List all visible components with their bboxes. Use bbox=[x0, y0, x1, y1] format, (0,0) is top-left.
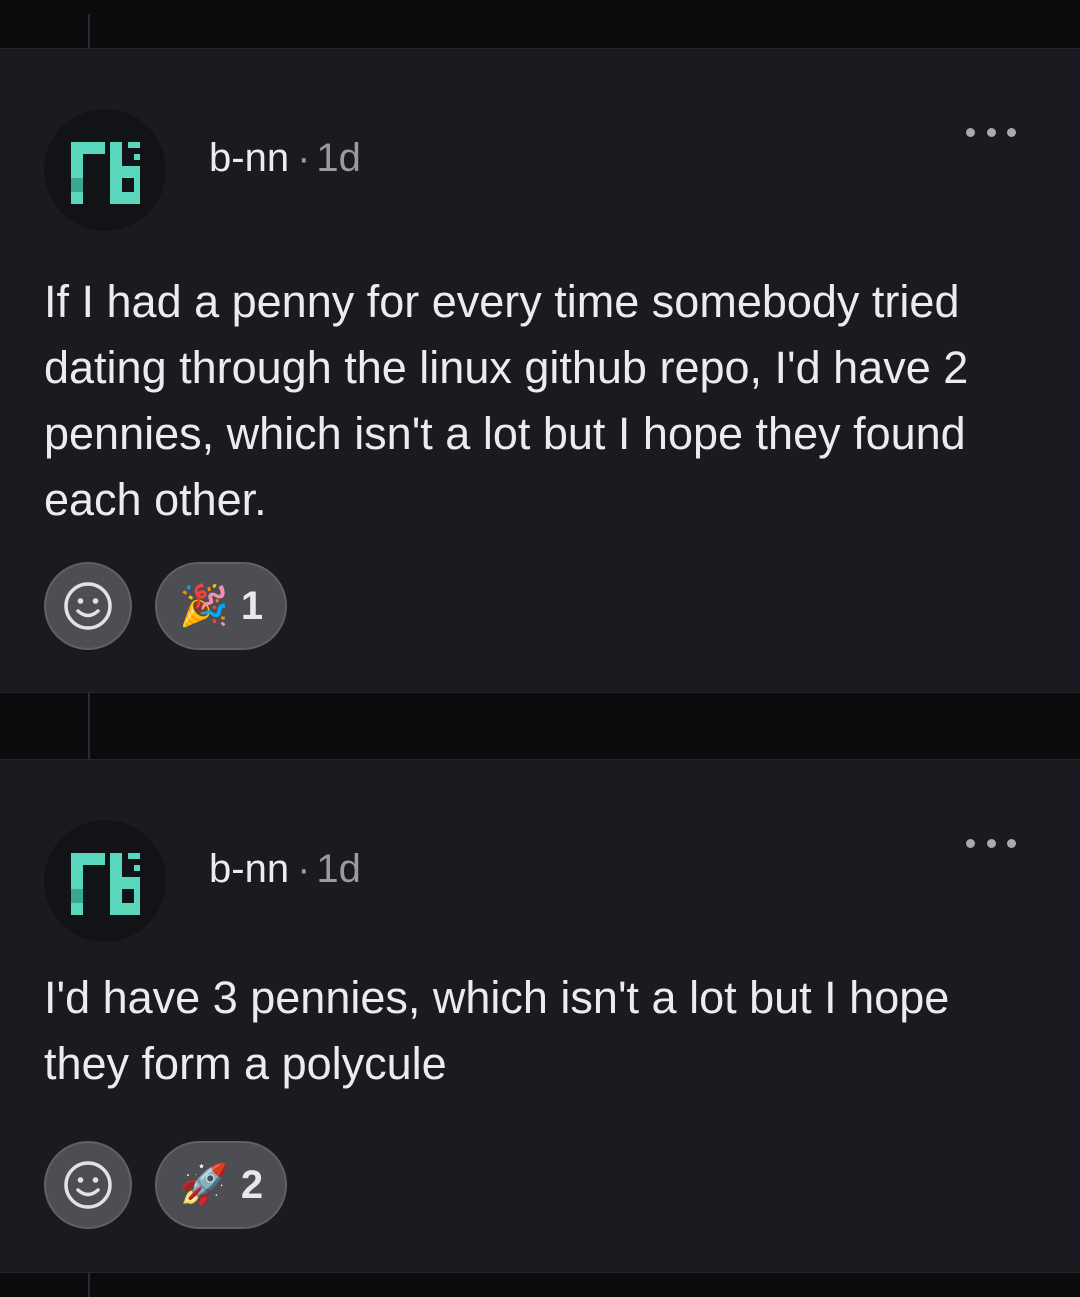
reaction-party-popper[interactable]: 🎉 1 bbox=[155, 562, 288, 650]
smiley-icon bbox=[64, 1161, 112, 1209]
avatar[interactable] bbox=[44, 109, 166, 231]
comment-text: If I had a penny for every time somebody… bbox=[44, 276, 969, 525]
b-nn-logo-icon bbox=[71, 142, 140, 204]
comment-text: I'd have 3 pennies, which isn't a lot bu… bbox=[44, 972, 950, 1089]
author-name[interactable]: b-nn bbox=[209, 847, 289, 891]
comment-age: 1d bbox=[316, 847, 361, 891]
more-options-icon[interactable] bbox=[966, 125, 1016, 139]
avatar[interactable] bbox=[44, 820, 166, 942]
more-options-icon[interactable] bbox=[966, 836, 1016, 850]
meta-separator: · bbox=[297, 847, 311, 891]
thread-line bbox=[88, 14, 90, 48]
author-name[interactable]: b-nn bbox=[209, 136, 289, 180]
reaction-count: 1 bbox=[240, 584, 264, 628]
reaction-row: 🎉 1 bbox=[44, 562, 288, 650]
reaction-count: 2 bbox=[240, 1163, 264, 1207]
meta-separator: · bbox=[297, 136, 311, 180]
comment-meta: b-nn · 1d bbox=[209, 844, 361, 894]
thread-line bbox=[88, 693, 90, 759]
reaction-rocket[interactable]: 🚀 2 bbox=[155, 1141, 288, 1229]
party-popper-icon: 🎉 bbox=[179, 583, 229, 629]
smiley-icon bbox=[64, 582, 112, 630]
thread-line bbox=[88, 1273, 90, 1297]
add-reaction-button[interactable] bbox=[44, 562, 132, 650]
comment-card: b-nn · 1d If I had a penny for every time … bbox=[0, 48, 1080, 693]
b-nn-logo-icon bbox=[71, 853, 140, 915]
comment-meta: b-nn · 1d bbox=[209, 133, 361, 183]
reaction-row: 🚀 2 bbox=[44, 1141, 288, 1229]
add-reaction-button[interactable] bbox=[44, 1141, 132, 1229]
comment-thread: b-nn · 1d If I had a penny for every time … bbox=[0, 0, 1080, 1297]
rocket-icon: 🚀 bbox=[179, 1162, 229, 1208]
comment-age: 1d bbox=[316, 136, 361, 180]
comment-card: b-nn · 1d I'd have 3 pennies, which isn't … bbox=[0, 759, 1080, 1273]
